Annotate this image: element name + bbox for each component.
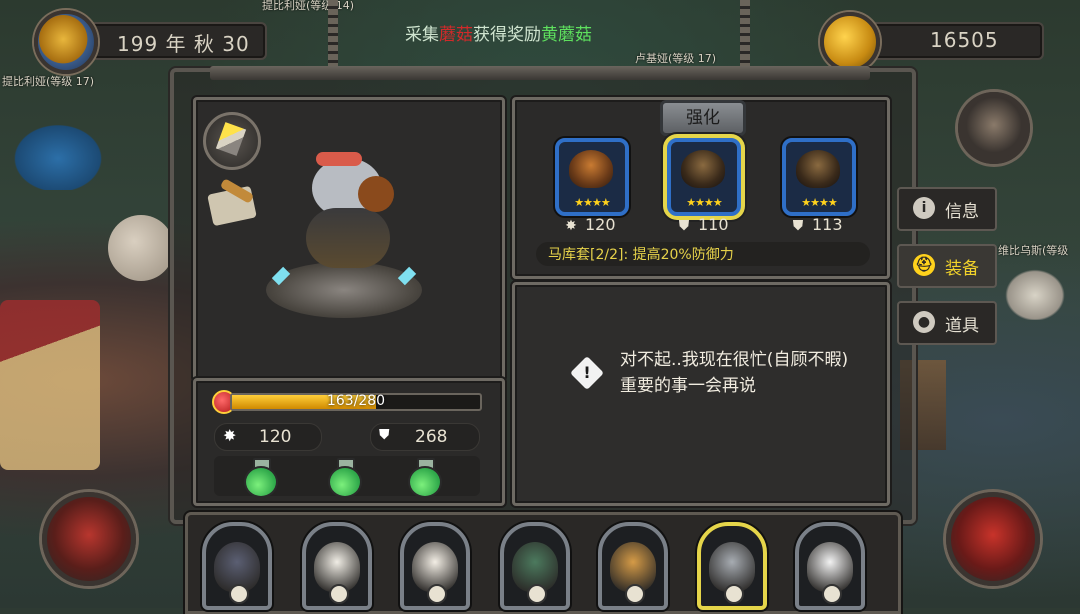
class-badge-icon: [625, 584, 645, 604]
attack-stat: ✸ 120: [214, 423, 322, 451]
hero-alpaca-portrait[interactable]: [400, 522, 470, 610]
tab-label: 装备: [945, 259, 979, 279]
frame-top-rail: [210, 66, 870, 80]
armor-item-icon: [569, 150, 613, 188]
star-rating: ★★★★: [801, 196, 837, 209]
defense-value: 268: [415, 427, 448, 447]
tab-label: 道具: [945, 316, 979, 336]
defense-icon: ⛊: [379, 427, 390, 443]
equipment-slot-selected[interactable]: ★★★★: [667, 138, 741, 216]
date-display: 199 年 秋 30: [85, 22, 267, 60]
home-house-icon[interactable]: [42, 492, 136, 586]
npc-label[interactable]: 提比利娅(等级 17): [2, 73, 94, 89]
balloon-tower: [108, 215, 174, 281]
armor-item-icon: [681, 150, 725, 188]
class-badge-icon: [427, 584, 447, 604]
equipment-slot[interactable]: ★★★★: [555, 138, 629, 216]
date-text: 199 年 秋 30: [117, 32, 250, 56]
class-badge-icon: [229, 584, 249, 604]
telescope-map-icon[interactable]: [206, 178, 262, 227]
star-rating: ★★★★: [574, 196, 610, 209]
warning-icon: !: [570, 356, 604, 390]
defense-icon: ⛊: [678, 218, 690, 234]
weapon-slot-icon[interactable]: [203, 112, 261, 170]
tab-equipment[interactable]: ⛑ 装备: [897, 244, 997, 288]
potion-flask-icon[interactable]: [242, 458, 278, 498]
ally-portrait-icon[interactable]: [958, 92, 1030, 164]
bird-creature: [1000, 265, 1070, 320]
attack-value: 120: [259, 427, 292, 447]
class-badge-icon: [724, 584, 744, 604]
gold-display: 16505: [868, 22, 1044, 60]
star-rating: ★★★★: [686, 196, 722, 209]
info-icon: i: [913, 197, 935, 219]
npc-label[interactable]: 维比乌斯(等级: [998, 242, 1068, 258]
busy-message: 对不起..我现在很忙(自顾不暇)重要的事一会再说: [620, 350, 849, 396]
class-badge-icon: [822, 584, 842, 604]
potion-flask-icon[interactable]: [326, 458, 362, 498]
hp-bar: 163/280: [230, 393, 482, 411]
set-bonus-text: 马库套[2/2]: 提高20%防御力: [548, 247, 734, 263]
class-badge-icon: [527, 584, 547, 604]
class-badge-icon: [329, 584, 349, 604]
armor-item-icon: [796, 150, 840, 188]
hero-polar-bear-portrait[interactable]: [795, 522, 865, 610]
elephant-character-sprite: [298, 148, 396, 276]
chain-left: [328, 0, 338, 68]
dinosaur-creature: [8, 120, 108, 190]
npc-label[interactable]: 卢基娅(等级 17): [635, 50, 716, 66]
chain-right: [740, 0, 750, 68]
season-moon-icon[interactable]: [34, 10, 98, 74]
gold-amount: 16505: [930, 28, 999, 52]
defense-icon: ⛊: [792, 218, 804, 234]
gold-coin-icon: [820, 12, 880, 72]
equipment-slot[interactable]: ★★★★: [782, 138, 856, 216]
npc-label[interactable]: 提比利娅(等级 14): [262, 0, 354, 13]
defense-stat: ⛊ 268: [370, 423, 480, 451]
slot-stat: ✸ 120: [563, 215, 615, 234]
hero-giraffe-portrait[interactable]: [598, 522, 668, 610]
upgrade-button[interactable]: 强化: [660, 100, 746, 136]
bag-icon: ●: [913, 311, 935, 333]
slot-stat: ⛊ 110: [676, 215, 729, 234]
slot-stat: ⛊ 113: [790, 215, 843, 234]
hero-elephant-portrait[interactable]: [697, 522, 767, 610]
hp-text: 163/280: [326, 393, 386, 409]
hero-crocodile-portrait[interactable]: [500, 522, 570, 610]
tab-label: 信息: [945, 202, 979, 222]
helmet-icon: ⛑: [913, 254, 935, 276]
house-building: [0, 300, 100, 470]
battle-shield-icon[interactable]: [946, 492, 1040, 586]
hero-boar-portrait[interactable]: [202, 522, 272, 610]
potion-flask-icon[interactable]: [406, 458, 442, 498]
tab-info[interactable]: i 信息: [897, 187, 997, 231]
attack-icon: ✸: [223, 426, 237, 445]
attack-icon: ✸: [565, 218, 577, 234]
tab-items[interactable]: ● 道具: [897, 301, 997, 345]
set-bonus-bar: 马库套[2/2]: 提高20%防御力: [536, 242, 870, 266]
quest-notice: 采集蘑菇获得奖励黄蘑菇: [405, 25, 592, 45]
hero-eagle-portrait[interactable]: [302, 522, 372, 610]
